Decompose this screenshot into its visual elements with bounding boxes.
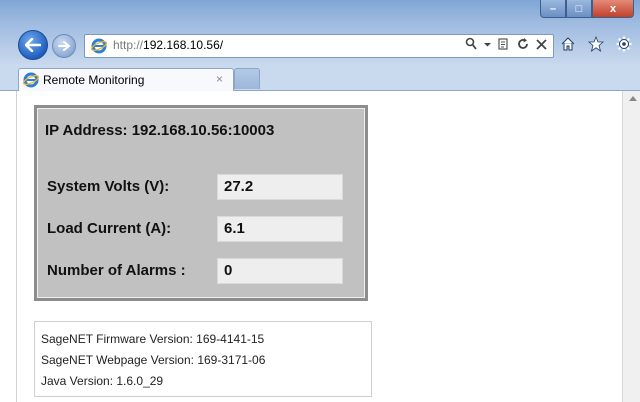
maximize-icon: □ (575, 2, 583, 15)
home-icon[interactable] (560, 36, 576, 52)
compatibility-icon[interactable] (498, 37, 510, 51)
load-current-value: 6.1 (224, 220, 245, 237)
system-volts-label: System Volts (V): (47, 178, 170, 195)
minimize-icon: – (549, 2, 557, 15)
title-bar: – □ x http://192.168.10.56/ (0, 0, 640, 66)
tab-title: Remote Monitoring (43, 73, 145, 87)
minimize-button[interactable]: – (540, 0, 566, 18)
scroll-up-icon[interactable] (629, 95, 637, 101)
search-icon[interactable] (465, 37, 477, 51)
settings-gear-icon[interactable] (616, 36, 632, 52)
favorites-star-icon[interactable] (588, 36, 604, 52)
address-tools (465, 37, 547, 51)
url-text[interactable]: http://192.168.10.56/ (113, 38, 223, 52)
window-controls: – □ x (540, 0, 634, 18)
address-bar[interactable]: http://192.168.10.56/ (84, 34, 554, 58)
url-host: 192.168.10.56/ (143, 38, 224, 52)
system-volts-field: 27.2 (217, 174, 343, 200)
number-of-alarms-field: 0 (217, 258, 343, 284)
load-current-label: Load Current (A): (47, 220, 172, 237)
webpage-version-text: SageNET Webpage Version: 169-3171-06 (41, 353, 266, 367)
url-protocol: http:// (113, 38, 144, 52)
stop-icon[interactable] (536, 37, 547, 51)
java-version-text: Java Version: 1.6.0_29 (41, 374, 164, 388)
close-icon: x (609, 2, 617, 15)
back-arrow-icon (25, 38, 41, 52)
ie-logo-icon (91, 38, 107, 54)
refresh-icon[interactable] (517, 37, 529, 51)
tab-strip: Remote Monitoring × (0, 66, 640, 91)
dropdown-icon[interactable] (484, 37, 491, 51)
close-button[interactable]: x (592, 0, 634, 18)
navigation-row: http://192.168.10.56/ (0, 26, 640, 60)
forward-arrow-icon (58, 41, 70, 51)
page-content: IP Address: 192.168.10.56:10003 System V… (16, 91, 623, 402)
vertical-scrollbar[interactable] (622, 91, 640, 402)
number-of-alarms-label: Number of Alarms : (47, 262, 186, 279)
maximize-button[interactable]: □ (566, 0, 592, 18)
forward-button[interactable] (52, 34, 76, 58)
new-tab-button[interactable] (234, 68, 260, 89)
version-info-box: SageNET Firmware Version: 169-4141-15 Sa… (34, 321, 372, 397)
system-volts-value: 27.2 (224, 178, 254, 195)
ie-logo-icon (23, 72, 39, 88)
number-of-alarms-value: 0 (224, 262, 233, 279)
monitoring-panel: IP Address: 192.168.10.56:10003 System V… (34, 105, 368, 301)
back-button[interactable] (18, 30, 48, 60)
firmware-version-text: SageNET Firmware Version: 169-4141-15 (41, 332, 265, 346)
browser-window: – □ x http://192.168.10.56/ Remote Monit… (0, 0, 640, 402)
tab-remote-monitoring[interactable]: Remote Monitoring × (18, 68, 234, 91)
ip-address-label: IP Address: 192.168.10.56:10003 (45, 122, 275, 139)
tab-close-icon[interactable]: × (216, 72, 223, 86)
load-current-field: 6.1 (217, 216, 343, 242)
toolbar-right-icons (560, 36, 632, 52)
